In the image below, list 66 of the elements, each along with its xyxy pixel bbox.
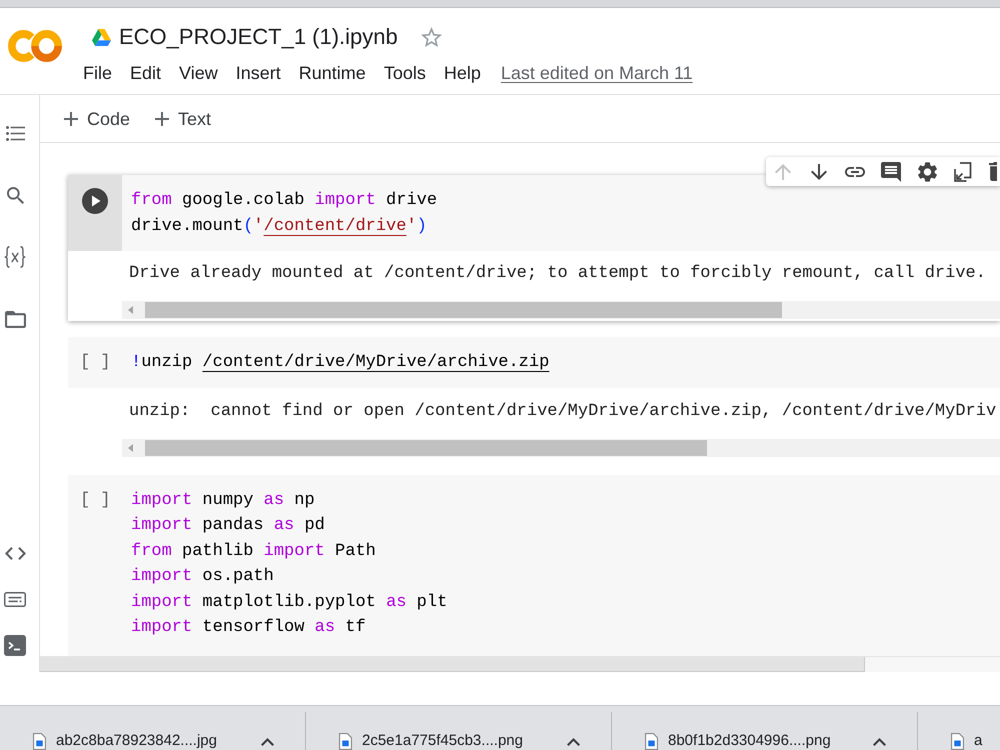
scrollbar-thumb[interactable] xyxy=(145,440,707,456)
comment-icon[interactable] xyxy=(881,162,901,182)
chevron-up-icon[interactable] xyxy=(261,738,274,746)
code-line: import matplotlib.pyplot as plt xyxy=(131,592,448,614)
triangle-logo-icon xyxy=(92,28,111,46)
code-brackets-icon[interactable] xyxy=(4,546,26,560)
file-path-link[interactable]: /content/drive xyxy=(264,216,406,236)
horizontal-scrollbar[interactable] xyxy=(40,656,1000,672)
trash-icon[interactable] xyxy=(989,162,997,181)
menu-item[interactable]: File xyxy=(74,61,122,85)
code-editor[interactable]: [ ] import numpy as np import pandas as pd from pathlib import Path import os.path import matplotlib.pyplot as plt import tensorflow as tf xyxy=(68,474,1000,656)
download-item[interactable]: ab2c8ba78923842....jpg xyxy=(33,732,217,750)
page-arrow-icon[interactable] xyxy=(954,162,972,182)
download-item[interactable]: a xyxy=(951,732,982,750)
menu-item[interactable]: Edit xyxy=(121,61,170,85)
insert-cell-button[interactable]: Code xyxy=(64,106,130,130)
arrow-down-icon[interactable] xyxy=(811,164,827,180)
chevron-up-icon[interactable] xyxy=(873,738,886,746)
link-icon[interactable] xyxy=(845,166,865,176)
keyboard-icon[interactable] xyxy=(4,592,26,606)
menu-item[interactable]: Tools xyxy=(374,61,435,85)
horizontal-scrollbar[interactable] xyxy=(122,301,1000,319)
menu-item[interactable]: Help xyxy=(434,61,490,85)
curly-braces-icon[interactable] xyxy=(4,246,26,268)
code-editor[interactable]: [ ] !unzip /content/drive/MyDrive/archive.zip xyxy=(68,337,1000,388)
chevron-up-icon[interactable] xyxy=(567,738,580,746)
code-line: from pathlib import Path xyxy=(131,540,377,562)
download-item[interactable]: 2c5e1a775f45cb3....png xyxy=(339,732,523,750)
code-line: drive.mount('/content/drive') xyxy=(131,216,428,238)
folder-icon[interactable] xyxy=(4,310,26,328)
image-file-icon xyxy=(645,732,658,750)
search-icon[interactable] xyxy=(6,186,24,204)
execution-count: [ ] xyxy=(80,352,112,374)
scrollbar-thumb[interactable] xyxy=(40,657,865,672)
last-edited-link[interactable]: Last edited on March 11 xyxy=(492,61,702,85)
file-path-link[interactable]: /content/drive/MyDrive/archive.zip xyxy=(202,353,550,372)
menu-item[interactable]: View xyxy=(170,61,227,85)
code-line: import tensorflow as tf xyxy=(131,617,367,639)
code-line: !unzip /content/drive/MyDrive/archive.zip xyxy=(131,352,550,374)
download-item[interactable]: 8b0f1b2d3304996....png xyxy=(645,732,831,750)
play-icon[interactable] xyxy=(82,188,108,214)
list-icon[interactable] xyxy=(6,126,24,140)
plus-icon xyxy=(64,112,78,126)
code-line: import numpy as np xyxy=(131,490,316,512)
horizontal-scrollbar[interactable] xyxy=(122,438,1000,456)
star-icon[interactable] xyxy=(420,27,442,47)
code-line: import os.path xyxy=(131,566,275,588)
code-editor[interactable]: from google.colab import drive drive.mount('/content/drive') xyxy=(122,175,1000,251)
settings-icon[interactable] xyxy=(918,162,936,182)
image-file-icon xyxy=(339,732,352,750)
logo-icon xyxy=(8,30,62,62)
output-text: Drive already mounted at /content/drive; to attempt to forcibly remount, call drive. xyxy=(129,263,987,285)
plus-icon xyxy=(155,112,170,126)
execution-count: [ ] xyxy=(80,490,112,512)
insert-cell-button[interactable]: Text xyxy=(155,106,212,130)
menu-item[interactable]: Runtime xyxy=(290,61,375,85)
code-line: from google.colab import drive xyxy=(131,190,438,212)
code-line: import pandas as pd xyxy=(131,515,326,537)
scrollbar-thumb[interactable] xyxy=(145,302,782,318)
menu-item[interactable]: Insert xyxy=(226,61,290,85)
image-file-icon xyxy=(33,732,46,750)
code-cell[interactable]: from google.colab import drive drive.mount('/content/drive') Drive already mounted at /content/drive; to attempt to forcibly remount, call drive. xyxy=(68,175,1000,321)
terminal-icon[interactable] xyxy=(4,634,26,656)
notebook-title[interactable]: ECO_PROJECT_1 (1).ipynb xyxy=(119,23,398,51)
output-text: unzip: cannot find or open /content/drive/MyDrive/archive.zip, /content/drive/MyDriv xyxy=(129,400,998,422)
image-file-icon xyxy=(951,732,964,750)
